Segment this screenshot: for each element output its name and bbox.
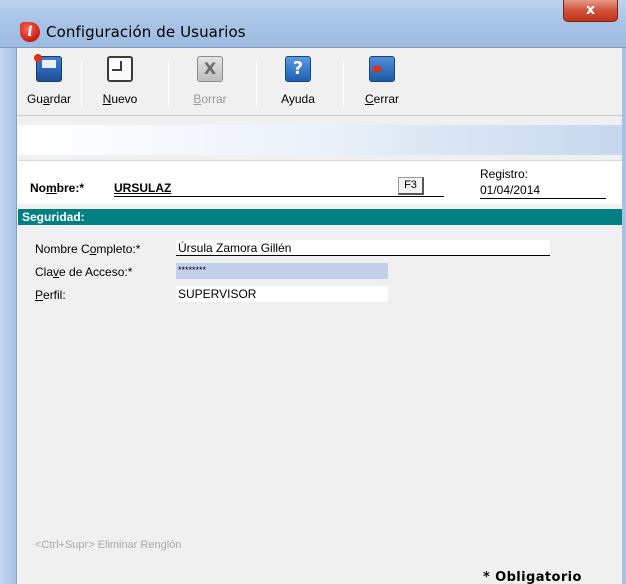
nombre-field[interactable]: URSULAZ	[114, 181, 171, 195]
toolbar-separator	[168, 60, 169, 108]
exit-icon	[369, 56, 395, 82]
registro-underline	[480, 198, 606, 199]
window-frame-right	[622, 48, 626, 584]
toolbar-separator	[343, 60, 344, 108]
perfil-field[interactable]: SUPERVISOR	[176, 286, 388, 302]
new-document-icon	[107, 56, 133, 82]
clave-acceso-label: Clave de Acceso:*	[35, 265, 133, 279]
nombre-label: Nombre:*	[30, 181, 85, 195]
nombre-field-underline	[114, 196, 444, 197]
save-button-label: Guardar	[26, 92, 72, 106]
window-frame-left	[0, 48, 17, 584]
save-icon	[34, 54, 62, 82]
required-note: * Obligatorio	[483, 570, 582, 584]
window-close-button[interactable]: x	[563, 0, 618, 22]
help-icon: ?	[285, 56, 311, 82]
nombre-completo-label: Nombre Completo:*	[35, 242, 141, 256]
banner-strip	[18, 125, 622, 155]
delete-row-hint: <Ctrl+Supr> Eliminar Renglón	[35, 539, 182, 551]
exit-button-label: Cerrar	[364, 92, 399, 106]
toolbar: Guardar Nuevo X Borrar ? Ayuda Cerrar	[18, 48, 622, 116]
registro-value: 01/04/2014	[480, 183, 541, 197]
title-bar: i Configuración de Usuarios x	[0, 0, 626, 48]
new-button[interactable]: Nuevo	[88, 56, 152, 112]
save-button[interactable]: Guardar	[20, 54, 78, 112]
f3-lookup-button[interactable]: F3	[398, 177, 424, 195]
exit-button[interactable]: Cerrar	[352, 56, 412, 112]
nombre-completo-field[interactable]: Úrsula Zamora Gillén	[176, 240, 550, 256]
user-header-panel: Nombre:* URSULAZ F3 Registro: 01/04/2014	[18, 160, 622, 204]
clave-acceso-field[interactable]: ********	[176, 263, 388, 279]
window-title: Configuración de Usuarios	[46, 23, 246, 41]
delete-button-label: Borrar	[193, 92, 227, 106]
toolbar-separator	[256, 60, 257, 108]
registro-label: Registro:	[480, 167, 529, 181]
help-button[interactable]: ? Ayuda	[268, 56, 328, 112]
close-icon: x	[585, 2, 596, 18]
help-button-label: Ayuda	[281, 92, 315, 106]
new-button-label: Nuevo	[102, 92, 138, 106]
section-seguridad-header: Seguridad:	[18, 209, 622, 225]
client-area: Guardar Nuevo X Borrar ? Ayuda Cerrar No…	[18, 48, 622, 584]
toolbar-separator	[81, 60, 82, 108]
perfil-label: Perfil:	[35, 288, 66, 302]
delete-icon: X	[197, 56, 223, 82]
app-i-icon[interactable]: i	[20, 22, 40, 42]
delete-button[interactable]: X Borrar	[180, 56, 240, 112]
